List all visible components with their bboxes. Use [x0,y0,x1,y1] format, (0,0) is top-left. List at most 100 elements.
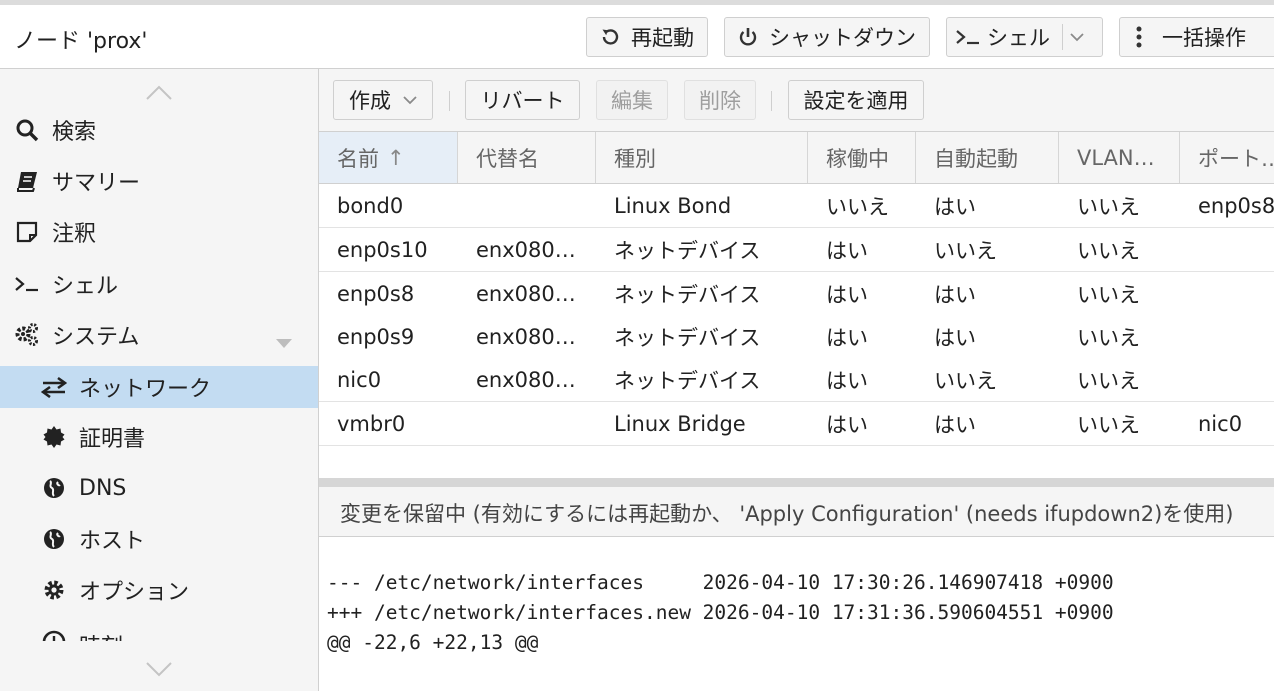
shell-button[interactable]: シェル [946,17,1103,57]
cell-ports: nic0 [1198,411,1243,436]
globe-icon [41,475,67,501]
cell-autostart: いいえ [934,368,997,393]
column-header-active[interactable]: 稼働中 [808,132,916,183]
cell-name: enp0s9 [337,324,415,349]
sidebar-item-shell[interactable]: シェル [0,263,318,305]
search-icon [14,117,40,143]
power-icon [735,26,761,48]
column-label: 種別 [614,146,656,171]
cell-active: はい [826,325,868,350]
scroll-down-icon[interactable] [145,661,173,679]
column-header-altname[interactable]: 代替名 [458,132,596,183]
table-row[interactable]: vmbr0 Linux Bridge はい はい いいえ nic0 [319,402,1274,446]
undo-icon [597,26,623,48]
chevron-down-icon[interactable] [1063,32,1091,42]
exchange-icon [41,374,67,400]
sidebar-item-notes[interactable]: 注釈 [0,211,318,253]
column-label: 稼働中 [826,146,889,171]
bulk-actions-button[interactable]: 一括操作 [1119,17,1274,57]
node-header: ノード 'prox' 再起動 シャットダウン シェル 一括操作 [0,5,1274,69]
cell-autostart: いいえ [934,238,997,263]
sidebar-item-system[interactable]: システム [0,314,318,356]
delete-button[interactable]: 削除 [684,80,756,120]
cell-name: bond0 [337,193,404,218]
cell-vlan: いいえ [1077,325,1140,350]
sidebar-item-label: サマリー [52,171,141,196]
cell-autostart: はい [934,412,976,437]
chevron-down-icon [403,95,417,105]
sidebar-item-time[interactable]: 時刻 [0,621,318,641]
sidebar-item-hosts[interactable]: ホスト [0,518,318,560]
sidebar-item-search[interactable]: 検索 [0,109,318,151]
create-button[interactable]: 作成 [333,80,433,120]
diff-line: --- /etc/network/interfaces 2026-04-10 1… [327,571,1114,594]
table-row[interactable]: enp0s10 enx080… ネットデバイス はい いいえ いいえ [319,228,1274,272]
shell-label: シェル [987,26,1050,50]
sidebar-item-label: オプション [79,580,190,605]
revert-button[interactable]: リバート [465,80,580,120]
edit-label: 編集 [611,89,653,113]
table-row[interactable]: enp0s9 enx080… ネットデバイス はい はい いいえ [319,315,1274,359]
table-row[interactable]: enp0s8 enx080… ネットデバイス はい はい いいえ [319,272,1274,316]
cell-vlan: いいえ [1077,412,1140,437]
cell-active: はい [826,238,868,263]
toolbar-separator [771,91,772,111]
cell-vlan: いいえ [1077,194,1140,219]
column-header-vlan[interactable]: VLAN… [1059,132,1180,183]
sidebar-item-options[interactable]: オプション [0,569,318,611]
cell-type: Linux Bridge [614,411,746,436]
cell-altname [458,184,596,227]
panel-splitter[interactable] [319,478,1274,487]
sidebar-item-label: 時刻 [79,629,123,641]
edit-button[interactable]: 編集 [596,80,668,120]
apply-configuration-button[interactable]: 設定を適用 [788,80,924,120]
bulk-actions-label: 一括操作 [1162,26,1246,50]
apply-label: 設定を適用 [803,89,909,113]
sidebar-item-certificates[interactable]: 証明書 [0,416,318,458]
column-label: 代替名 [476,146,539,171]
reboot-button[interactable]: 再起動 [586,17,708,57]
column-header-autostart[interactable]: 自動起動 [916,132,1059,183]
sidebar-item-summary[interactable]: サマリー [0,160,318,202]
cell-altname: enx080… [476,367,576,392]
note-icon [14,219,40,245]
cell-name: vmbr0 [337,411,406,436]
shutdown-button[interactable]: シャットダウン [724,17,930,57]
cell-name: enp0s10 [337,237,428,262]
sidebar-item-label: ホスト [79,529,146,554]
clock-icon [41,629,67,641]
cell-active: はい [826,412,868,437]
book-icon [14,168,40,194]
table-row[interactable]: nic0 enx080… ネットデバイス はい いいえ いいえ [319,358,1274,402]
terminal-icon [955,27,981,47]
scroll-up-icon[interactable] [145,83,173,101]
sidebar-item-network[interactable]: ネットワーク [0,366,318,408]
cell-altname: enx080… [476,324,576,349]
sidebar-item-dns[interactable]: DNS [0,467,318,509]
pending-diff: --- /etc/network/interfaces 2026-04-10 1… [327,568,1114,658]
reboot-label: 再起動 [631,26,694,50]
table-row[interactable]: bond0 Linux Bond いいえ はい いいえ enp0s8 [319,184,1274,228]
cell-name: enp0s8 [337,281,415,306]
cell-type: ネットデバイス [614,238,761,263]
collapse-triangle-icon[interactable] [276,330,292,355]
cell-active: はい [826,368,868,393]
toolbar-separator [449,91,450,111]
column-header-ports[interactable]: ポート… [1180,132,1274,183]
cell-autostart: はい [934,194,976,219]
column-header-type[interactable]: 種別 [596,132,808,183]
shutdown-label: シャットダウン [769,26,916,50]
sort-ascending-icon: ↑ [387,145,405,170]
delete-label: 削除 [699,89,741,113]
cell-ports: enp0s8 [1198,193,1274,218]
diff-line: +++ /etc/network/interfaces.new 2026-04-… [327,601,1114,624]
sidebar-item-label: 検索 [52,120,97,145]
sidebar-item-label: シェル [52,274,119,299]
cell-name: nic0 [337,367,382,392]
sidebar-item-label: 証明書 [79,427,146,452]
column-header-name[interactable]: 名前 ↑ [319,132,458,183]
cell-ports [1180,358,1274,401]
cell-altname: enx080… [476,237,576,262]
sidebar-item-label: ネットワーク [79,377,212,402]
cell-type: ネットデバイス [614,282,761,307]
